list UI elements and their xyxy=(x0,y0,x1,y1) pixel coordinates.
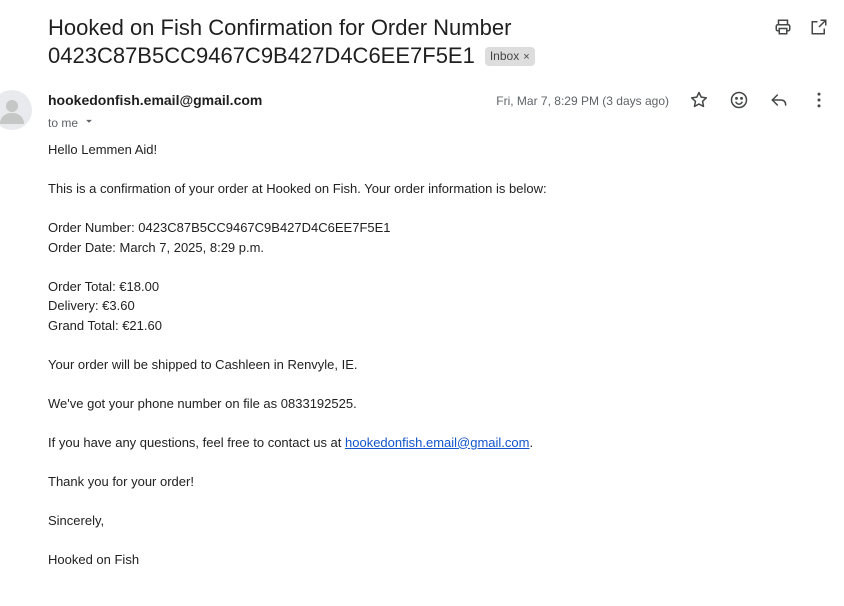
subject-line-2: 0423C87B5CC9467C9B427D4C6EE7F5E1 Inbox × xyxy=(48,42,748,70)
emoji-reaction-icon xyxy=(729,90,749,115)
print-icon xyxy=(774,18,792,41)
phone-info: We've got your phone number on file as 0… xyxy=(48,395,357,411)
star-button[interactable] xyxy=(687,90,711,114)
intro-text: This is a confirmation of your order at … xyxy=(48,181,547,196)
sender-avatar xyxy=(0,90,32,130)
shipping-info: Your order will be shipped to Cashleen i… xyxy=(48,356,358,372)
questions-prefix: If you have any questions, feel free to … xyxy=(48,434,346,450)
questions-text: If you have any questions, feel free to … xyxy=(48,433,808,453)
delivery-cost: Delivery: €3.60 xyxy=(48,298,135,313)
caret-down-icon xyxy=(82,114,96,131)
remove-label-button[interactable]: × xyxy=(523,51,529,63)
open-in-new-window-button[interactable] xyxy=(808,18,830,40)
print-button[interactable] xyxy=(772,18,794,40)
closing-text: Sincerely, xyxy=(48,512,105,528)
inbox-label-badge: Inbox × xyxy=(484,47,535,66)
subject-line-1: Hooked on Fish Confirmation for Order Nu… xyxy=(48,15,512,40)
recipient-details-toggle[interactable]: to me xyxy=(48,114,96,131)
open-in-new-window-icon xyxy=(810,18,828,41)
inbox-label-text: Inbox xyxy=(489,49,520,63)
more-options-button[interactable] xyxy=(807,90,831,114)
sender-email[interactable]: hookedonfish.email@gmail.com xyxy=(48,92,262,108)
email-subject: Hooked on Fish Confirmation for Order Nu… xyxy=(48,14,748,70)
order-number: Order Number: 0423C87B5CC9467C9B427D4C6E… xyxy=(48,220,391,235)
recipient-label: to me xyxy=(48,115,79,130)
email-date: Fri, Mar 7, 8:29 PM (3 days ago) xyxy=(496,94,669,108)
order-total: Order Total: €18.00 xyxy=(48,278,160,294)
greeting: Hello Lemmen Aid! xyxy=(48,142,158,157)
email-body: Hello Lemmen Aid! This is a confirmation… xyxy=(48,140,808,569)
star-icon xyxy=(689,90,709,115)
thanks-text: Thank you for your order! xyxy=(48,473,194,489)
contact-email-link[interactable]: hookedonfish.email@gmail.com xyxy=(345,435,529,450)
reply-icon xyxy=(769,90,789,115)
default-avatar-icon xyxy=(0,100,32,130)
subject-order-number: 0423C87B5CC9467C9B427D4C6EE7F5E1 xyxy=(48,43,475,68)
signature: Hooked on Fish xyxy=(48,551,140,567)
grand-total: Grand Total: €21.60 xyxy=(48,317,162,333)
add-reaction-button[interactable] xyxy=(727,90,751,114)
reply-button[interactable] xyxy=(767,90,791,114)
more-vertical-icon xyxy=(809,90,829,115)
questions-suffix: . xyxy=(529,434,534,450)
order-date: Order Date: March 7, 2025, 8:29 p.m. xyxy=(48,239,265,255)
